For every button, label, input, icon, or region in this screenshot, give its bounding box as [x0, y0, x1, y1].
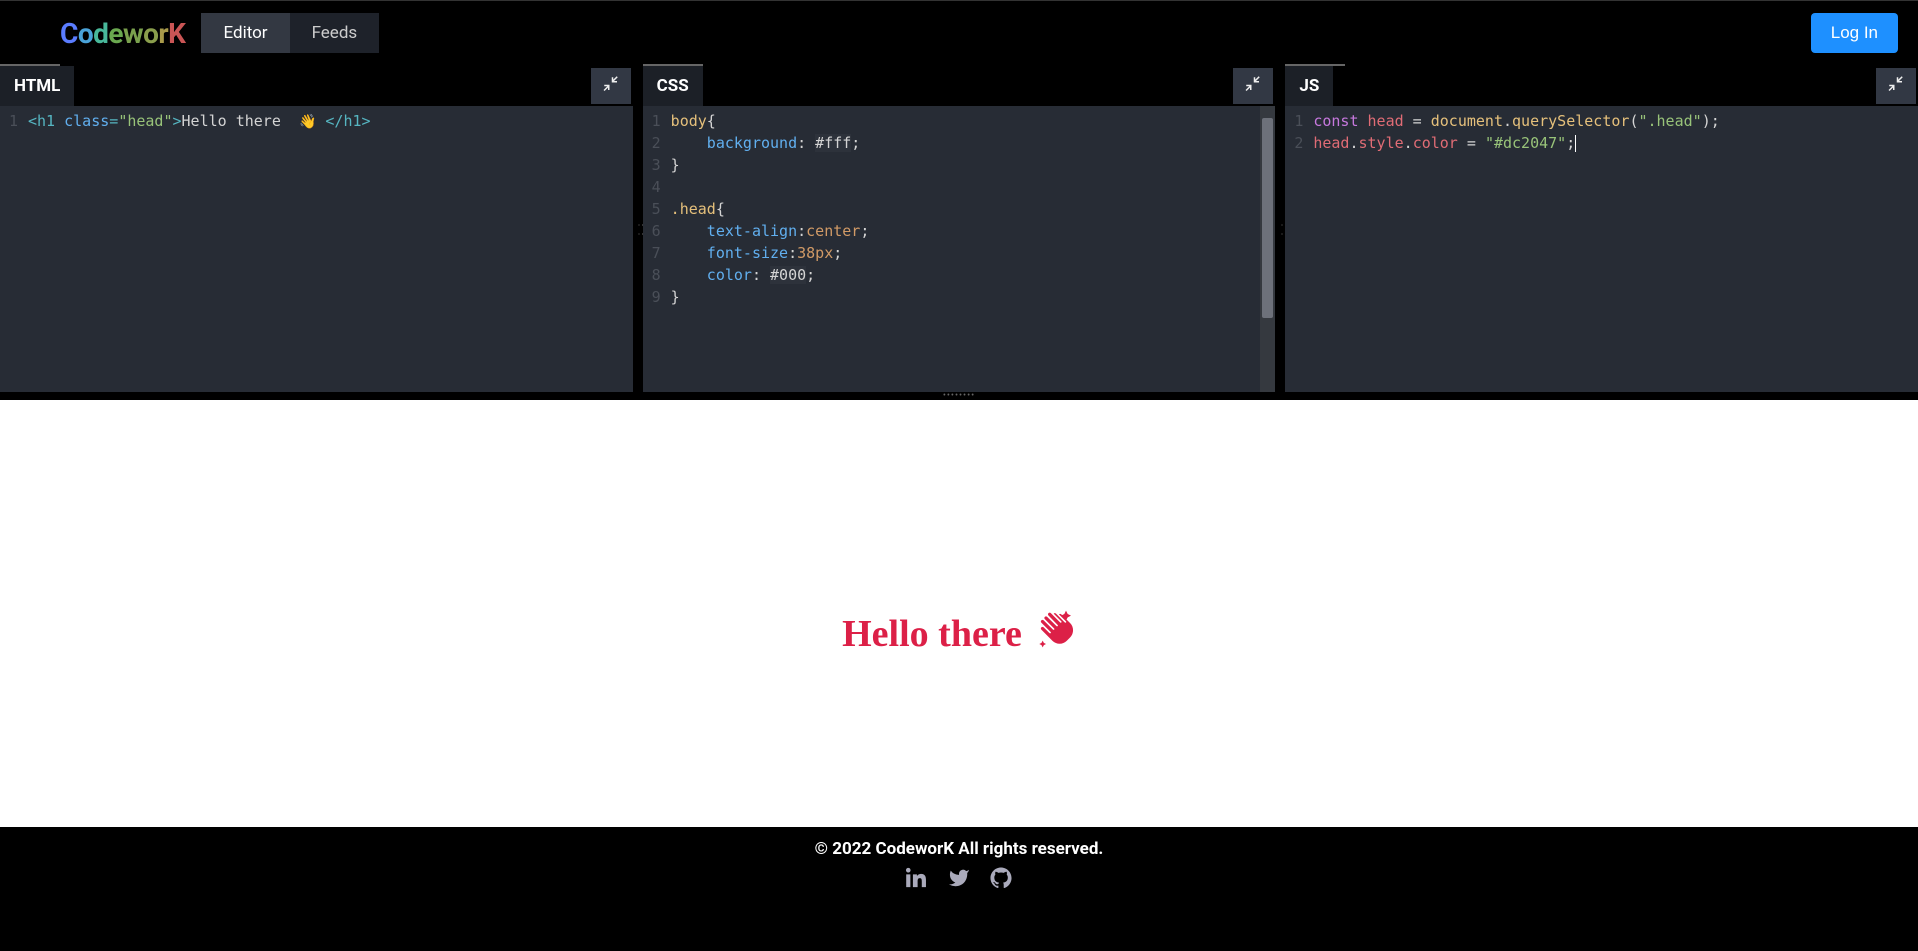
- pane-css-collapse-button[interactable]: [1233, 68, 1273, 104]
- code-line[interactable]: 5.head{: [643, 198, 1276, 220]
- code-content[interactable]: }: [671, 154, 1276, 176]
- line-number: 1: [643, 110, 671, 132]
- logo-char: C: [60, 17, 78, 50]
- logo-char: K: [168, 17, 185, 50]
- code-content[interactable]: <h1 class="head">Hello there 👋 </h1>: [28, 110, 633, 133]
- vertical-resize-handle[interactable]: ••••••••: [0, 392, 1918, 400]
- line-number: 2: [643, 132, 671, 154]
- code-content[interactable]: [671, 176, 1276, 198]
- line-number: 7: [643, 242, 671, 264]
- code-line[interactable]: 7 font-size:38px;: [643, 242, 1276, 264]
- logo[interactable]: CodeworK: [60, 17, 185, 50]
- pane-js-titlebar: JS: [1285, 66, 1918, 106]
- logo-char: w: [123, 17, 143, 50]
- pane-js: ⋮⋮ JS 1const head = document.querySelect…: [1285, 66, 1918, 392]
- code-content[interactable]: background: #fff;: [671, 132, 1276, 154]
- code-line[interactable]: 1body{: [643, 110, 1276, 132]
- code-content[interactable]: const head = document.querySelector(".he…: [1313, 110, 1918, 132]
- code-line[interactable]: 8 color: #000;: [643, 264, 1276, 286]
- logo-char: o: [78, 17, 93, 50]
- js-editor[interactable]: 1const head = document.querySelector(".h…: [1285, 106, 1918, 392]
- compress-icon: [1887, 75, 1905, 97]
- code-content[interactable]: color: #000;: [671, 264, 1276, 286]
- pane-html-collapse-button[interactable]: [591, 68, 631, 104]
- logo-char: d: [93, 17, 108, 50]
- preview-heading-text: Hello there: [842, 612, 1022, 656]
- editors-row: HTML 1<h1 class="head">Hello there 👋 </h…: [0, 66, 1918, 392]
- code-line[interactable]: 2head.style.color = "#dc2047";: [1285, 132, 1918, 154]
- code-content[interactable]: text-align:center;: [671, 220, 1276, 242]
- waving-hand-icon: [1036, 609, 1076, 659]
- app-header: CodeworK Editor Feeds Log In: [0, 0, 1918, 66]
- pane-css: ⋮⋮ CSS 1body{2 background: #fff;3}45.hea…: [643, 66, 1276, 392]
- code-line[interactable]: 6 text-align:center;: [643, 220, 1276, 242]
- footer: © 2022 CodeworK All rights reserved.: [0, 827, 1918, 951]
- pane-js-label: JS: [1285, 66, 1333, 106]
- compress-icon: [602, 75, 620, 97]
- line-number: 5: [643, 198, 671, 220]
- code-content[interactable]: body{: [671, 110, 1276, 132]
- line-number: 3: [643, 154, 671, 176]
- line-number: 1: [1285, 110, 1313, 132]
- preview-heading: Hello there: [842, 440, 1076, 827]
- github-icon: [990, 874, 1012, 893]
- pane-css-label: CSS: [643, 66, 703, 106]
- code-content[interactable]: font-size:38px;: [671, 242, 1276, 264]
- preview-frame: Hello there: [0, 400, 1918, 827]
- line-number: 2: [1285, 132, 1313, 154]
- logo-char: r: [158, 17, 168, 50]
- line-number: 6: [643, 220, 671, 242]
- tab-feeds[interactable]: Feeds: [290, 13, 380, 53]
- pane-html-label: HTML: [0, 66, 74, 106]
- scrollbar-thumb[interactable]: [1262, 118, 1273, 318]
- css-editor[interactable]: 1body{2 background: #fff;3}45.head{6 tex…: [643, 106, 1276, 392]
- footer-copyright: © 2022 CodeworK All rights reserved.: [0, 839, 1918, 859]
- line-number: 4: [643, 176, 671, 198]
- logo-char: e: [108, 17, 123, 50]
- code-content[interactable]: }: [671, 286, 1276, 308]
- code-line[interactable]: 1<h1 class="head">Hello there 👋 </h1>: [0, 110, 633, 133]
- linkedin-icon: [906, 874, 928, 893]
- line-number: 9: [643, 286, 671, 308]
- logo-char: o: [143, 17, 158, 50]
- line-number: 1: [0, 110, 28, 133]
- compress-icon: [1244, 75, 1262, 97]
- line-number: 8: [643, 264, 671, 286]
- code-content[interactable]: head.style.color = "#dc2047";: [1313, 132, 1918, 154]
- login-button[interactable]: Log In: [1811, 13, 1898, 53]
- code-line[interactable]: 3}: [643, 154, 1276, 176]
- pane-js-collapse-button[interactable]: [1876, 68, 1916, 104]
- linkedin-link[interactable]: [906, 867, 928, 893]
- pane-html: HTML 1<h1 class="head">Hello there 👋 </h…: [0, 66, 633, 392]
- code-content[interactable]: .head{: [671, 198, 1276, 220]
- code-line[interactable]: 4: [643, 176, 1276, 198]
- twitter-icon: [948, 874, 970, 893]
- html-editor[interactable]: 1<h1 class="head">Hello there 👋 </h1>: [0, 106, 633, 392]
- github-link[interactable]: [990, 867, 1012, 893]
- tab-editor[interactable]: Editor: [201, 13, 289, 53]
- scrollbar[interactable]: [1260, 106, 1275, 392]
- pane-css-titlebar: CSS: [643, 66, 1276, 106]
- twitter-link[interactable]: [948, 867, 970, 893]
- code-line[interactable]: 9}: [643, 286, 1276, 308]
- code-line[interactable]: 1const head = document.querySelector(".h…: [1285, 110, 1918, 132]
- text-cursor: [1575, 135, 1576, 152]
- nav-tabs: Editor Feeds: [201, 13, 379, 53]
- pane-html-titlebar: HTML: [0, 66, 633, 106]
- code-line[interactable]: 2 background: #fff;: [643, 132, 1276, 154]
- footer-social: [0, 867, 1918, 893]
